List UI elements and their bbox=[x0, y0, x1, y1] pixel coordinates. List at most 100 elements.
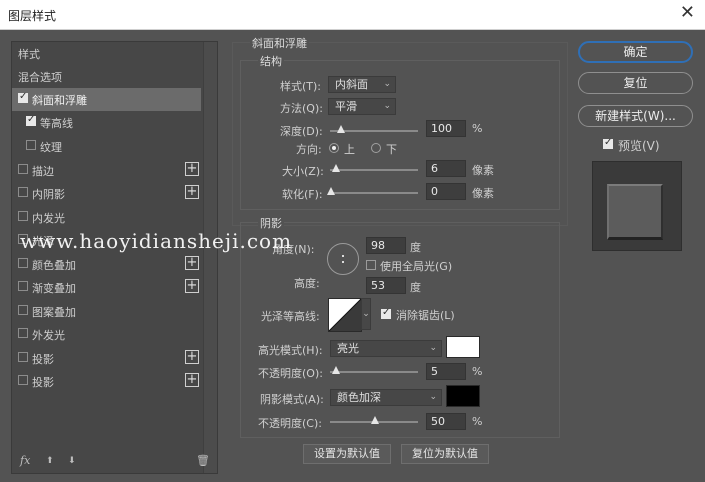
style-checkbox[interactable] bbox=[18, 258, 28, 268]
add-effect-icon[interactable]: + bbox=[185, 256, 199, 270]
style-checkbox[interactable] bbox=[18, 328, 28, 338]
style-list-item-label: 光泽 bbox=[32, 233, 54, 249]
shadow-opacity-unit: % bbox=[472, 415, 482, 428]
anti-alias-checkbox[interactable] bbox=[381, 309, 391, 319]
style-list-item[interactable]: 光泽 bbox=[12, 229, 201, 252]
style-list-item[interactable]: 颜色叠加+ bbox=[12, 253, 201, 276]
highlight-opacity-slider[interactable] bbox=[330, 371, 418, 373]
style-checkbox[interactable] bbox=[18, 352, 28, 362]
technique-select[interactable]: 平滑⌄ bbox=[328, 98, 396, 115]
highlight-opacity-input[interactable]: 5 bbox=[426, 363, 466, 380]
direction-up-label: 上 bbox=[344, 141, 355, 157]
highlight-mode-select[interactable]: 亮光⌄ bbox=[330, 340, 442, 357]
title-bar: 图层样式 ✕ bbox=[0, 0, 705, 30]
ok-button[interactable]: 确定 bbox=[578, 41, 693, 63]
bevel-style-select[interactable]: 内斜面⌄ bbox=[328, 76, 396, 93]
shadow-opacity-input[interactable]: 50 bbox=[426, 413, 466, 430]
style-list-item[interactable]: 渐变叠加+ bbox=[12, 276, 201, 299]
style-checkbox[interactable] bbox=[18, 187, 28, 197]
add-effect-icon[interactable]: + bbox=[185, 185, 199, 199]
move-up-icon[interactable]: ⬆ bbox=[46, 456, 54, 466]
fx-icon[interactable]: fx bbox=[20, 454, 30, 467]
highlight-opacity-thumb[interactable] bbox=[332, 366, 340, 374]
structure-title: 结构 bbox=[258, 53, 284, 69]
angle-dial-center bbox=[342, 255, 344, 257]
soften-slider-thumb[interactable] bbox=[327, 187, 335, 195]
preview-checkbox[interactable] bbox=[603, 139, 613, 149]
style-checkbox[interactable] bbox=[18, 281, 28, 291]
soften-slider[interactable] bbox=[330, 192, 418, 194]
style-checkbox[interactable] bbox=[18, 375, 28, 385]
style-checkbox[interactable] bbox=[18, 164, 28, 174]
altitude-unit: 度 bbox=[410, 279, 421, 295]
style-checkbox[interactable] bbox=[18, 211, 28, 221]
preview-label: 预览(V) bbox=[618, 137, 660, 154]
chevron-down-icon: ⌄ bbox=[429, 341, 437, 356]
soften-label: 软化(F): bbox=[282, 186, 323, 202]
altitude-input[interactable]: 53 bbox=[366, 277, 406, 294]
new-style-button[interactable]: 新建样式(W)... bbox=[578, 105, 693, 127]
size-slider[interactable] bbox=[330, 169, 418, 171]
style-list-item[interactable]: 斜面和浮雕 bbox=[12, 88, 201, 111]
style-list-item[interactable]: 混合选项 bbox=[12, 65, 201, 88]
soften-input[interactable]: 0 bbox=[426, 183, 466, 200]
layer-style-dialog: 样式混合选项斜面和浮雕等高线纹理描边+内阴影+内发光光泽颜色叠加+渐变叠加+图案… bbox=[0, 30, 705, 482]
reset-button[interactable]: 复位 bbox=[578, 72, 693, 94]
direction-up-radio[interactable] bbox=[329, 143, 339, 153]
style-list-item[interactable]: 纹理 bbox=[12, 135, 201, 158]
depth-label: 深度(D): bbox=[280, 123, 323, 139]
style-list-item-label: 描边 bbox=[32, 163, 54, 179]
add-effect-icon[interactable]: + bbox=[185, 279, 199, 293]
shadow-opacity-label: 不透明度(C): bbox=[258, 415, 322, 431]
reset-to-default-button[interactable]: 复位为默认值 bbox=[401, 444, 489, 464]
style-checkbox[interactable] bbox=[18, 234, 28, 244]
depth-input[interactable]: 100 bbox=[426, 120, 466, 137]
style-list-item[interactable]: 图案叠加 bbox=[12, 300, 201, 323]
gloss-contour-dropdown[interactable]: ⌄ bbox=[361, 298, 371, 330]
shadow-opacity-thumb[interactable] bbox=[371, 416, 379, 424]
global-light-checkbox[interactable] bbox=[366, 260, 376, 270]
style-checkbox[interactable] bbox=[18, 93, 28, 103]
make-default-button[interactable]: 设置为默认值 bbox=[303, 444, 391, 464]
highlight-opacity-label: 不透明度(O): bbox=[258, 365, 323, 381]
direction-down-radio[interactable] bbox=[371, 143, 381, 153]
style-list-item-label: 投影 bbox=[32, 351, 54, 367]
style-list-item-label: 内阴影 bbox=[32, 186, 65, 202]
angle-dial[interactable] bbox=[327, 243, 359, 275]
gloss-contour-preview[interactable] bbox=[328, 298, 362, 332]
highlight-opacity-unit: % bbox=[472, 365, 482, 378]
style-checkbox[interactable] bbox=[18, 305, 28, 315]
style-list-item[interactable]: 内阴影 + bbox=[12, 182, 201, 205]
add-effect-icon[interactable]: + bbox=[185, 162, 199, 176]
add-effect-icon[interactable]: + bbox=[185, 350, 199, 364]
trash-icon[interactable]: 🗑 bbox=[196, 454, 210, 467]
section-title: 斜面和浮雕 bbox=[250, 35, 309, 51]
depth-slider-thumb[interactable] bbox=[337, 125, 345, 133]
style-list-scrollbar[interactable] bbox=[203, 42, 217, 473]
style-list-item[interactable]: 样式 bbox=[12, 42, 201, 65]
style-checkbox[interactable] bbox=[26, 116, 36, 126]
close-icon[interactable]: ✕ bbox=[680, 3, 695, 23]
size-unit: 像素 bbox=[472, 162, 494, 178]
style-checkbox[interactable] bbox=[26, 140, 36, 150]
chevron-down-icon: ⌄ bbox=[362, 309, 370, 319]
style-list-item[interactable]: 内发光 bbox=[12, 206, 201, 229]
shadow-mode-select[interactable]: 颜色加深⌄ bbox=[330, 389, 442, 406]
style-list-item[interactable]: 等高线 bbox=[12, 111, 201, 134]
style-list-item[interactable]: 投影 + bbox=[12, 347, 201, 370]
size-input[interactable]: 6 bbox=[426, 160, 466, 177]
shadow-color-swatch[interactable] bbox=[446, 385, 480, 407]
style-list-item[interactable]: 投影+ bbox=[12, 370, 201, 393]
highlight-color-swatch[interactable] bbox=[446, 336, 480, 358]
size-label: 大小(Z): bbox=[282, 163, 324, 179]
chevron-down-icon: ⌄ bbox=[429, 390, 437, 405]
style-list-item[interactable]: 描边 + bbox=[12, 159, 201, 182]
shading-title: 阴影 bbox=[258, 215, 284, 231]
contour-curve-icon bbox=[329, 299, 361, 331]
chevron-down-icon: ⌄ bbox=[383, 99, 391, 114]
size-slider-thumb[interactable] bbox=[332, 164, 340, 172]
angle-input[interactable]: 98 bbox=[366, 237, 406, 254]
add-effect-icon[interactable]: + bbox=[185, 373, 199, 387]
move-down-icon[interactable]: ⬇ bbox=[68, 456, 76, 466]
style-list-item[interactable]: 外发光 bbox=[12, 323, 201, 346]
